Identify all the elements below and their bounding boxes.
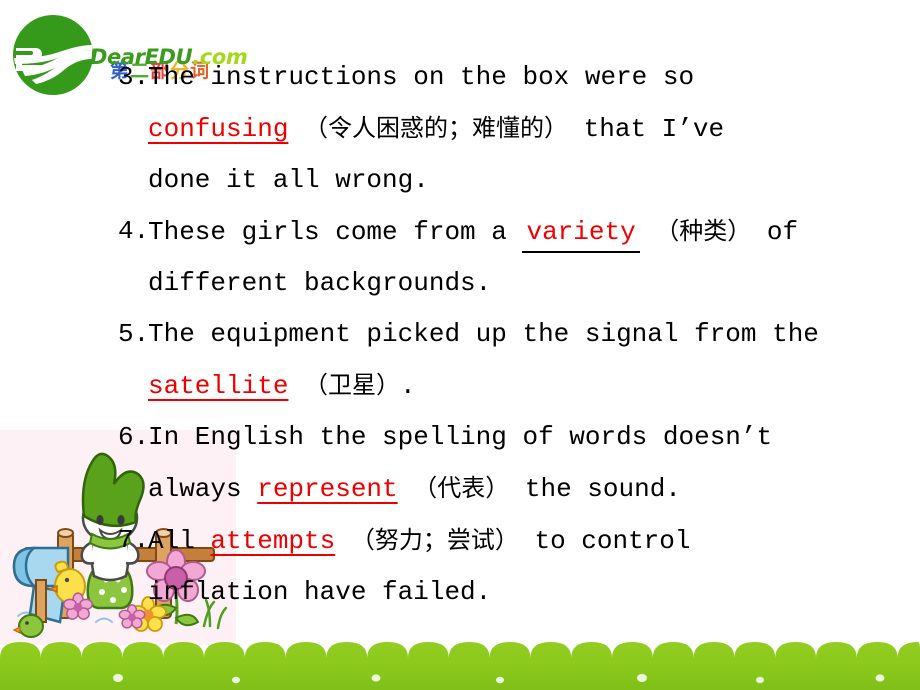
exercise-line: satellite （卫星）. [148,360,908,412]
exercise-item: 5. The equipment picked up the signal fro… [118,309,908,412]
exercise-item: 4. These girls come from a variety （种类） o… [118,206,908,309]
sentence-text: . [400,371,416,401]
exercise-list: 3. The instructions on the box were so con… [118,52,908,618]
sentence-text: In English the spelling of words doesn’t [148,422,773,452]
sentence-text: These girls come from a [148,217,523,247]
exercise-line: The instructions on the box were so [148,52,908,103]
exercise-number: 4. [118,216,150,246]
exercise-item: 7. All attempts （努力；尝试） to control inflati… [118,515,908,618]
exercise-line: different backgrounds. [148,258,908,309]
exercise-number: 5. [118,319,150,349]
sentence-text [288,114,304,144]
exercise-line: All attempts （努力；尝试） to control [148,515,908,567]
chinese-gloss: （令人困惑的；难懂的） [304,114,569,142]
exercise-line: These girls come from a variety （种类） of [148,206,908,258]
exercise-number: 6. [118,422,150,452]
exercise-line: The equipment picked up the signal from … [148,309,908,360]
chinese-gloss: （种类） [655,217,752,245]
exercise-body: In English the spelling of words doesn’t… [148,412,908,515]
sentence-text [398,474,414,504]
exercise-number: 7. [118,525,150,555]
sentence-text: inflation have failed. [148,577,492,607]
sentence-text: The instructions on the box were so [148,62,695,92]
exercise-number: 3. [118,62,150,92]
answer-blank[interactable]: attempts [210,526,335,556]
exercise-item: 3. The instructions on the box were so con… [118,52,908,206]
slide-canvas: 第二部分词 DearEDU.com 3. The instructions on … [0,0,920,690]
exercise-line: done it all wrong. [148,155,908,206]
sentence-text [288,371,304,401]
sentence-text [335,526,351,556]
swoosh-circle-icon [12,14,94,96]
exercise-line: confusing （令人困惑的；难懂的） that I’ve [148,103,908,155]
chinese-gloss: （努力；尝试） [350,526,519,554]
sentence-text: done it all wrong. [148,165,429,195]
chinese-gloss: （卫星） [304,371,401,399]
exercise-body: The instructions on the box were so confu… [148,52,908,206]
sentence-text: the sound. [509,474,681,504]
answer-blank[interactable]: represent [257,474,397,504]
sentence-text: The equipment picked up the signal from … [148,319,819,349]
sentence-text: different backgrounds. [148,268,492,298]
footer-scallop-border [0,642,920,690]
chinese-gloss: （代表） [413,474,510,502]
exercise-line: In English the spelling of words doesn’t [148,412,908,463]
sentence-text: always [148,474,258,504]
sentence-text [640,217,656,247]
exercise-item: 6. In English the spelling of words doesn… [118,412,908,515]
sentence-text: All [148,526,211,556]
sentence-text: that I’ve [568,114,725,144]
exercise-body: The equipment picked up the signal from … [148,309,908,412]
answer-blank[interactable]: confusing [148,114,288,144]
exercise-line: always represent （代表） the sound. [148,463,908,515]
answer-blank[interactable]: satellite [148,371,288,401]
sentence-text: of [751,217,799,247]
answer-blank[interactable]: variety [522,217,640,253]
exercise-body: These girls come from a variety （种类） of d… [148,206,908,309]
exercise-body: All attempts （努力；尝试） to control inflation… [148,515,908,618]
sentence-text: to control [518,526,691,556]
exercise-line: inflation have failed. [148,567,908,618]
